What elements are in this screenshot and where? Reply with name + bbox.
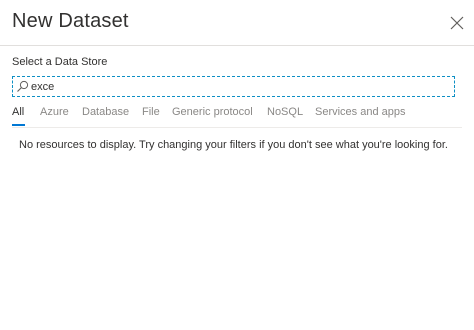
tab-nosql[interactable]: NoSQL <box>267 104 303 126</box>
tabs-divider <box>12 127 462 128</box>
tab-file[interactable]: File <box>142 104 160 126</box>
tab-services-and-apps[interactable]: Services and apps <box>315 104 406 126</box>
tab-database[interactable]: Database <box>82 104 129 126</box>
dialog-title: New Dataset <box>12 10 129 32</box>
empty-results-message: No resources to display. Try changing yo… <box>19 139 448 151</box>
tab-all[interactable]: All <box>12 104 24 126</box>
tab-azure[interactable]: Azure <box>40 104 69 126</box>
search-box[interactable] <box>12 76 455 97</box>
close-icon <box>450 16 464 30</box>
search-icon <box>17 80 29 92</box>
dialog-header: New Dataset <box>0 0 474 46</box>
tab-generic-protocol[interactable]: Generic protocol <box>172 104 253 126</box>
active-tab-indicator <box>12 124 25 126</box>
close-button[interactable] <box>446 12 468 34</box>
data-store-label: Select a Data Store <box>12 56 108 68</box>
search-input[interactable] <box>31 78 431 95</box>
